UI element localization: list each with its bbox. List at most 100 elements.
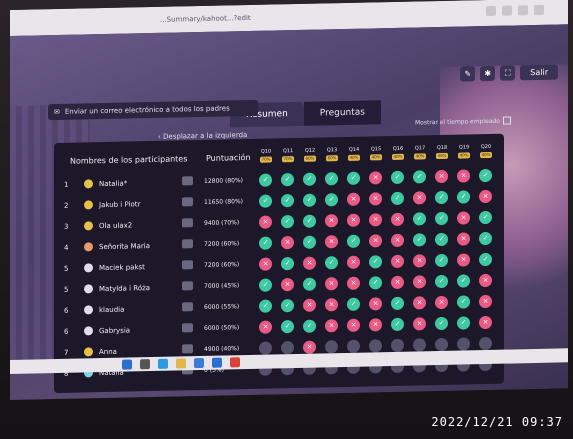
incorrect-answer-icon[interactable]: ×: [325, 319, 338, 333]
question-header-q18[interactable]: Q18: [434, 145, 450, 151]
correct-answer-icon[interactable]: ✓: [391, 317, 404, 332]
question-header-q19[interactable]: Q19: [456, 144, 472, 150]
correct-answer-icon[interactable]: ✓: [303, 193, 316, 207]
participant-row[interactable]: 6 Gabrysia 6000 (50%): [54, 318, 254, 342]
message-icon[interactable]: [182, 239, 193, 249]
message-icon[interactable]: [182, 344, 193, 354]
question-header-q13[interactable]: Q13: [324, 147, 340, 153]
correct-answer-icon[interactable]: ✓: [369, 255, 382, 269]
incorrect-answer-icon[interactable]: ×: [369, 318, 382, 332]
correct-answer-icon[interactable]: ✓: [457, 190, 470, 204]
correct-answer-icon[interactable]: ✓: [435, 211, 448, 226]
windows-icon[interactable]: [122, 359, 132, 370]
participant-row[interactable]: 5 Matylda i Róża 7000 (45%): [54, 276, 254, 300]
incorrect-answer-icon[interactable]: ×: [281, 278, 294, 292]
incorrect-answer-icon[interactable]: ×: [457, 253, 470, 267]
correct-answer-icon[interactable]: ✓: [259, 299, 272, 313]
incorrect-answer-icon[interactable]: ×: [457, 211, 470, 225]
incorrect-answer-icon[interactable]: ×: [413, 254, 426, 268]
unanswered-icon[interactable]: [391, 338, 404, 353]
question-header-q20[interactable]: Q20: [478, 144, 494, 150]
incorrect-answer-icon[interactable]: ×: [479, 273, 492, 288]
incorrect-answer-icon[interactable]: ×: [303, 340, 316, 354]
correct-answer-icon[interactable]: ✓: [435, 316, 448, 331]
incorrect-answer-icon[interactable]: ×: [325, 235, 338, 249]
incorrect-answer-icon[interactable]: ×: [347, 318, 360, 332]
incorrect-answer-icon[interactable]: ×: [281, 236, 294, 250]
incorrect-answer-icon[interactable]: ×: [347, 192, 360, 206]
incorrect-answer-icon[interactable]: ×: [347, 276, 360, 290]
correct-answer-icon[interactable]: ✓: [281, 257, 294, 271]
tab-preguntas[interactable]: Preguntas: [303, 100, 381, 126]
participant-row[interactable]: 3 Ola ulax2 9400 (70%): [54, 213, 254, 237]
unanswered-icon[interactable]: [369, 339, 382, 353]
correct-answer-icon[interactable]: ✓: [281, 320, 294, 334]
store-icon[interactable]: [194, 357, 204, 369]
correct-answer-icon[interactable]: ✓: [325, 172, 338, 186]
incorrect-answer-icon[interactable]: ×: [325, 298, 338, 312]
incorrect-answer-icon[interactable]: ×: [391, 275, 404, 290]
correct-answer-icon[interactable]: ✓: [391, 191, 404, 206]
edge-icon[interactable]: [158, 358, 168, 369]
question-header-q16[interactable]: Q16: [390, 146, 406, 152]
incorrect-answer-icon[interactable]: ×: [391, 233, 404, 248]
incorrect-answer-icon[interactable]: ×: [457, 232, 470, 246]
correct-answer-icon[interactable]: ✓: [303, 235, 316, 249]
correct-answer-icon[interactable]: ✓: [435, 274, 448, 289]
correct-answer-icon[interactable]: ✓: [259, 194, 272, 208]
correct-answer-icon[interactable]: ✓: [281, 299, 294, 313]
unanswered-icon[interactable]: [281, 341, 294, 355]
incorrect-answer-icon[interactable]: ×: [391, 254, 404, 269]
correct-answer-icon[interactable]: ✓: [303, 277, 316, 291]
incorrect-answer-icon[interactable]: ×: [303, 298, 316, 312]
message-icon[interactable]: [182, 176, 193, 186]
incorrect-answer-icon[interactable]: ×: [413, 275, 426, 289]
star-icon[interactable]: [502, 5, 512, 16]
correct-answer-icon[interactable]: ✓: [347, 234, 360, 248]
question-header-q12[interactable]: Q12: [302, 148, 318, 154]
correct-answer-icon[interactable]: ✓: [457, 295, 470, 309]
incorrect-answer-icon[interactable]: ×: [303, 256, 316, 270]
correct-answer-icon[interactable]: ✓: [435, 253, 448, 268]
unanswered-icon[interactable]: [259, 341, 272, 355]
correct-answer-icon[interactable]: ✓: [281, 194, 294, 208]
incorrect-answer-icon[interactable]: ×: [413, 191, 426, 205]
correct-answer-icon[interactable]: ✓: [259, 278, 272, 292]
correct-answer-icon[interactable]: ✓: [303, 172, 316, 186]
message-icon[interactable]: [182, 260, 193, 270]
question-header-q15[interactable]: Q15: [368, 146, 384, 152]
unanswered-icon[interactable]: [413, 338, 426, 352]
incorrect-answer-icon[interactable]: ×: [391, 212, 404, 227]
participant-row[interactable]: 6 klaudia 6000 (55%): [54, 297, 254, 321]
correct-answer-icon[interactable]: ✓: [457, 316, 470, 330]
edit-icon[interactable]: ✎: [460, 66, 476, 82]
message-icon[interactable]: [182, 323, 193, 333]
profile-icon[interactable]: [518, 5, 528, 16]
incorrect-answer-icon[interactable]: ×: [479, 189, 492, 204]
correct-answer-icon[interactable]: ✓: [391, 296, 404, 311]
incorrect-answer-icon[interactable]: ×: [259, 257, 272, 271]
correct-answer-icon[interactable]: ✓: [259, 173, 272, 187]
exit-button[interactable]: Salir: [520, 64, 558, 81]
incorrect-answer-icon[interactable]: ×: [325, 214, 338, 228]
correct-answer-icon[interactable]: ✓: [347, 171, 360, 185]
correct-answer-icon[interactable]: ✓: [347, 297, 360, 311]
question-header-q14[interactable]: Q14: [346, 147, 362, 153]
correct-answer-icon[interactable]: ✓: [325, 256, 338, 270]
correct-answer-icon[interactable]: ✓: [259, 236, 272, 250]
incorrect-answer-icon[interactable]: ×: [259, 215, 272, 229]
fullscreen-icon[interactable]: ⛶: [500, 65, 516, 81]
correct-answer-icon[interactable]: ✓: [281, 215, 294, 229]
incorrect-answer-icon[interactable]: ×: [435, 169, 448, 184]
unanswered-icon[interactable]: [457, 337, 470, 351]
incorrect-answer-icon[interactable]: ×: [325, 277, 338, 291]
message-icon[interactable]: [182, 281, 193, 291]
message-icon[interactable]: [182, 302, 193, 312]
correct-answer-icon[interactable]: ✓: [413, 233, 426, 247]
unanswered-icon[interactable]: [435, 337, 448, 352]
participant-row[interactable]: 4 Señorita Maria 7200 (60%): [54, 234, 254, 258]
correct-answer-icon[interactable]: ✓: [479, 168, 492, 183]
correct-answer-icon[interactable]: ✓: [303, 214, 316, 228]
message-icon[interactable]: [182, 218, 193, 228]
correct-answer-icon[interactable]: ✓: [479, 210, 492, 225]
